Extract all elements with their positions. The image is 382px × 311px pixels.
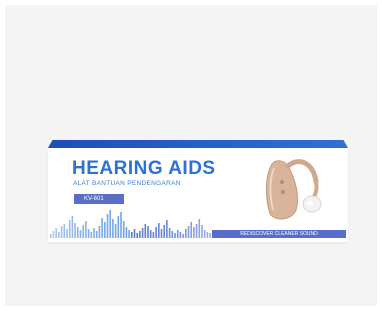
sound-wave-bar xyxy=(168,228,171,238)
sound-wave-bar xyxy=(101,218,103,238)
sound-wave-bar xyxy=(122,221,125,238)
sound-wave-bar xyxy=(95,231,98,238)
sound-wave-bar xyxy=(90,232,93,238)
sound-wave-bar xyxy=(50,234,52,238)
product-title: HEARING AIDS xyxy=(72,158,216,179)
sound-wave-bar xyxy=(139,231,141,238)
sound-wave-bar xyxy=(152,232,155,238)
sound-wave-bar xyxy=(85,221,87,238)
sound-wave-bar xyxy=(136,233,138,238)
hearing-aid-box: HEARING AIDS ALAT BANTUAN PENDENGARAN KV… xyxy=(48,140,348,242)
sound-wave-bar xyxy=(160,229,163,238)
sound-wave-bar xyxy=(114,224,117,238)
sound-wave-bar xyxy=(117,216,120,238)
sound-wave-bar xyxy=(166,220,168,238)
sound-wave-bar xyxy=(195,224,198,238)
product-subtitle: ALAT BANTUAN PENDENGARAN xyxy=(73,180,181,187)
sound-wave-bar xyxy=(77,227,79,238)
tagline-banner: REDISCOVER CLEANER SOUND xyxy=(212,230,346,238)
sound-wave-bar xyxy=(71,216,74,238)
sound-wave-bar xyxy=(141,228,144,238)
sound-wave-bar xyxy=(63,224,66,238)
box-front-face: HEARING AIDS ALAT BANTUAN PENDENGARAN KV… xyxy=(48,148,348,242)
model-badge: KV-601 xyxy=(74,194,124,204)
sound-wave-bar xyxy=(55,228,57,238)
sound-wave-bar xyxy=(109,210,111,238)
sound-wave-bar xyxy=(66,229,68,238)
sound-wave-bar xyxy=(206,232,209,238)
sound-wave-bar xyxy=(58,232,60,238)
sound-wave-bar xyxy=(190,222,192,238)
sound-wave-bar xyxy=(149,230,152,238)
sound-wave-bar xyxy=(179,232,182,238)
sound-wave-bar xyxy=(187,226,190,238)
sound-wave-bar xyxy=(68,220,71,238)
sound-wave-bar xyxy=(163,225,165,238)
sound-wave-bar xyxy=(209,233,211,238)
sound-wave-bar xyxy=(158,223,160,238)
sound-wave-bar xyxy=(147,226,149,238)
sound-wave-bar xyxy=(155,227,157,238)
sound-wave-bar xyxy=(201,225,203,238)
sound-wave-bar xyxy=(193,227,195,238)
box-top-edge xyxy=(48,140,348,148)
sound-wave-bar xyxy=(198,219,201,238)
sound-wave-bar xyxy=(93,228,95,238)
sound-wave-bar xyxy=(174,233,176,238)
sound-wave-bar xyxy=(87,229,90,238)
sound-wave-bar xyxy=(112,219,114,238)
sound-wave-bar xyxy=(82,225,84,238)
sound-wave-bar xyxy=(203,230,206,238)
sound-wave-icon xyxy=(50,210,211,238)
sound-wave-bar xyxy=(182,234,184,238)
sound-wave-bar xyxy=(131,232,133,238)
sound-wave-bar xyxy=(185,229,187,238)
sound-wave-bar xyxy=(125,227,128,238)
sound-wave-bar xyxy=(171,231,174,238)
sound-wave-bar xyxy=(98,226,101,238)
sound-wave-bar xyxy=(60,226,63,238)
product-image-frame: HEARING AIDS ALAT BANTUAN PENDENGARAN KV… xyxy=(5,5,377,306)
sound-wave-bar xyxy=(52,231,55,238)
sound-wave-bar xyxy=(104,222,106,238)
sound-wave-bar xyxy=(176,230,179,238)
sound-wave-bar xyxy=(120,212,122,238)
sound-wave-bar xyxy=(133,229,136,238)
sound-wave-bar xyxy=(128,230,130,238)
sound-wave-bar xyxy=(79,230,82,238)
sound-wave-bar xyxy=(144,224,147,238)
sound-wave-bar xyxy=(106,214,109,238)
sound-wave-bar xyxy=(74,223,76,238)
hearing-aid-device-icon xyxy=(265,159,322,220)
